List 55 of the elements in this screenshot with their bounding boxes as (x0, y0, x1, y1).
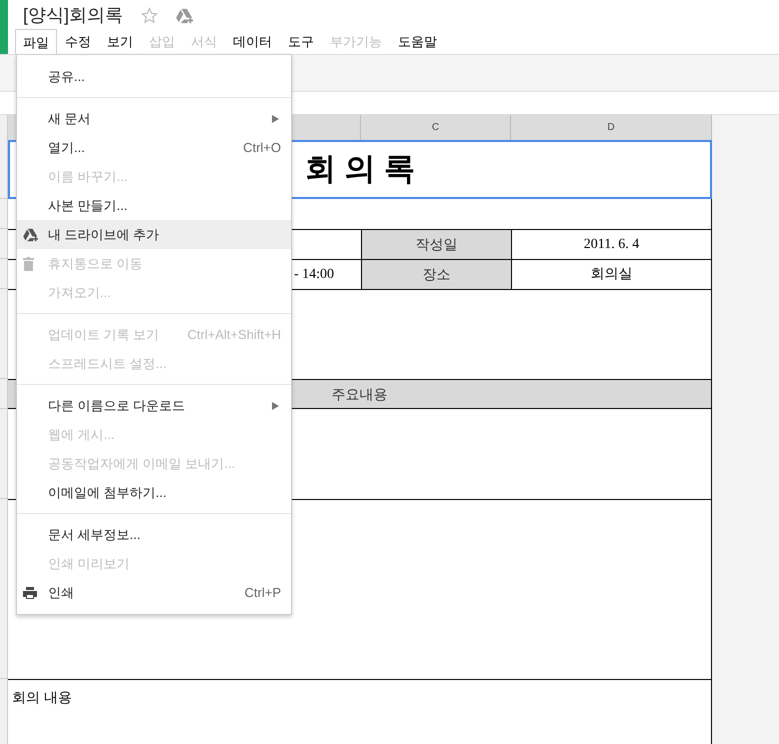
menu-item-label: 문서 세부정보... (48, 526, 142, 544)
shortcut-text: Ctrl+O (243, 138, 281, 157)
printer-icon (23, 586, 37, 598)
accent-bar (0, 0, 8, 54)
table-cell: 회의 내용 (12, 689, 72, 705)
trash-icon (23, 256, 34, 270)
row-header[interactable] (0, 199, 8, 229)
row-header[interactable] (0, 289, 8, 379)
menu-item-label: 웹에 게시... (48, 426, 116, 444)
table-cell: 장소 (361, 260, 511, 289)
menu-item-label: 공유... (48, 68, 86, 86)
menu-item[interactable]: 내 드라이브에 추가 (17, 220, 291, 249)
menu-tab[interactable]: 데이터 (225, 29, 280, 54)
row-header[interactable] (0, 259, 8, 289)
menu-item[interactable]: 이메일에 첨부하기... (17, 478, 291, 507)
row-header[interactable] (0, 499, 8, 679)
menu-item-label: 휴지통으로 이동 (48, 254, 144, 273)
row-header[interactable] (0, 229, 8, 259)
menu-tab[interactable]: 보기 (99, 29, 141, 54)
row-header[interactable] (0, 409, 8, 499)
menu-item-label: 새 문서 (48, 110, 92, 128)
row-header[interactable] (0, 679, 8, 744)
shortcut-text: Ctrl+Alt+Shift+H (187, 326, 281, 344)
menu-item-label: 인쇄 미리보기 (48, 554, 131, 573)
menu-item-label: 열기... (48, 138, 86, 157)
menu-item[interactable]: 인쇄 Ctrl+P (17, 578, 291, 607)
table-cell: 2011. 6. 4 (511, 230, 711, 259)
menu-item-label: 인쇄 (48, 584, 75, 602)
menu-item-label: 이름 바꾸기... (48, 168, 128, 186)
drive-add-icon (23, 228, 39, 242)
menu-item-label: 사본 만들기... (48, 196, 128, 215)
menu-item[interactable]: 새 문서 (17, 104, 291, 133)
table-cell: 작성일 (361, 230, 511, 259)
shortcut-text: Ctrl+P (244, 584, 281, 602)
row-header[interactable] (0, 140, 8, 199)
menu-item-label: 공동작업자에게 이메일 보내기... (48, 454, 236, 473)
menu-item-label: 내 드라이브에 추가 (48, 226, 160, 244)
menu-tab[interactable]: 도구 (280, 29, 322, 54)
menu-item-label: 가져오기... (48, 284, 112, 302)
star-icon[interactable] (141, 7, 158, 24)
menu-item-label: 스프레드시트 설정... (48, 354, 168, 373)
drive-add-icon (176, 8, 194, 24)
menu-item[interactable]: 문서 세부정보... (17, 520, 291, 549)
column-header[interactable]: C (361, 115, 511, 140)
table-cell: 회의실 (511, 260, 711, 289)
document-title: [양식]회의록 (23, 4, 124, 27)
menu-tab[interactable]: 파일 (15, 29, 57, 54)
column-header[interactable]: D (511, 115, 712, 140)
time-range-text: - 14:00 (294, 266, 334, 284)
menu-tab[interactable]: 도움말 (390, 29, 445, 54)
menu-tab[interactable]: 수정 (57, 29, 99, 54)
menu-item-label: 이메일에 첨부하기... (48, 484, 168, 502)
menu-item-label: 업데이트 기록 보기 (48, 326, 160, 344)
menu-item[interactable]: 공유... (17, 62, 291, 91)
row-header[interactable] (0, 379, 8, 409)
